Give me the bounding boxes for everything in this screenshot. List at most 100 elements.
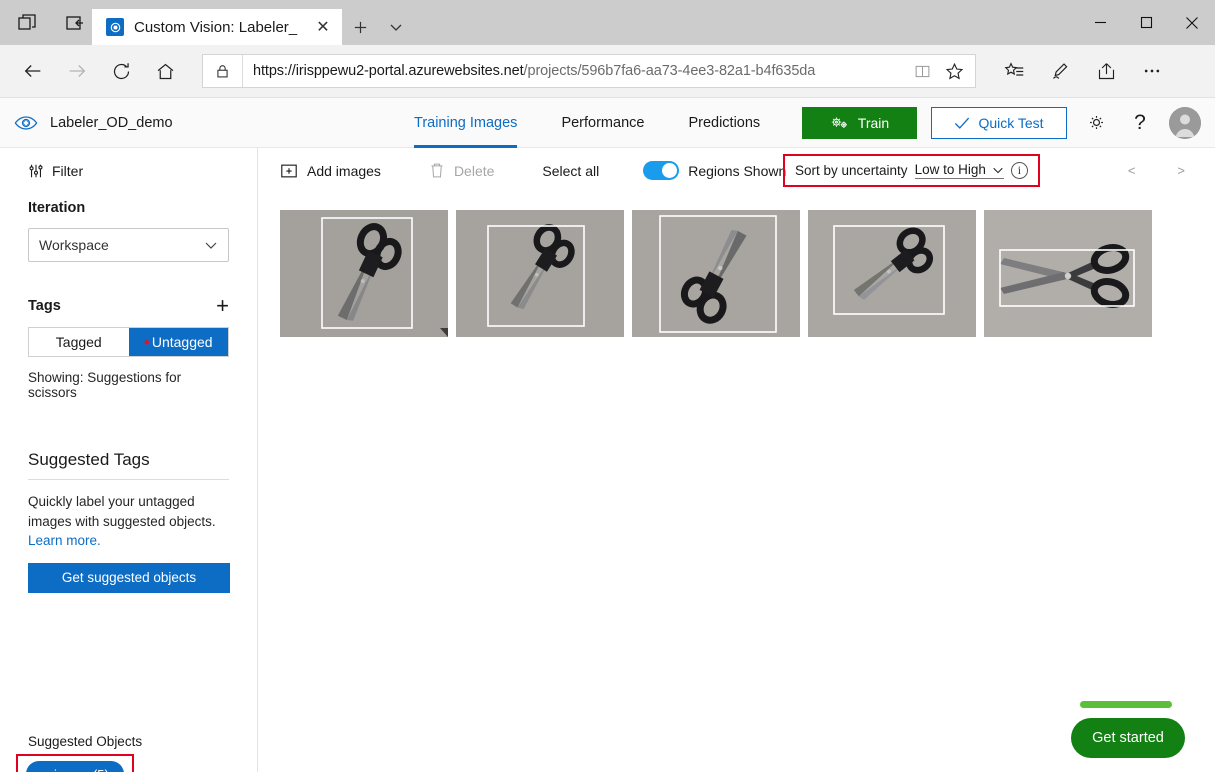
tab-list-dropdown-icon[interactable] [378,9,414,45]
avatar[interactable] [1169,106,1201,139]
browser-tab[interactable]: Custom Vision: Labeler_ ✕ [92,9,342,45]
pill-count: (5) [93,767,109,772]
delete-button[interactable]: Delete [429,148,494,193]
home-button[interactable] [144,50,186,92]
tab-performance[interactable]: Performance [539,98,666,148]
url-host: https://irisppewu2-portal.azurewebsites.… [253,63,524,79]
toggle-knob [662,163,678,178]
notes-pen-icon[interactable] [1040,51,1080,91]
tag-tab-untagged[interactable]: • Untagged [128,328,228,356]
next-page-button[interactable]: > [1177,163,1185,178]
image-tile-1[interactable] [280,210,448,337]
tag-filter-toggle: Tagged • Untagged [28,327,229,357]
suggested-desc-text: Quickly label your untagged images with … [28,494,216,529]
window-maximize-button[interactable] [1123,0,1169,45]
regions-toggle-switch[interactable] [643,161,680,180]
app-body: Filter Iteration Workspace Tags + Tagged… [0,148,1215,772]
train-button[interactable]: Train [802,106,917,139]
iteration-select-value: Workspace [39,237,109,253]
tab-preview-icon[interactable] [10,6,44,40]
app-header-right: Train Quick Test ? [802,106,1201,139]
iteration-select[interactable]: Workspace [28,228,229,262]
suggested-tags-heading: Suggested Tags [28,450,229,480]
add-images-button[interactable]: Add images [280,148,381,193]
tab-title: Custom Vision: Labeler_ [134,18,298,36]
add-image-icon [280,162,298,180]
image-tile-3[interactable] [632,210,800,337]
suggested-objects-label: Suggested Objects [28,734,143,749]
tags-heading: Tags [28,298,61,314]
filter-icon [28,163,44,179]
more-options-icon[interactable] [1132,51,1172,91]
tab-close-icon[interactable]: ✕ [310,14,336,40]
delete-label: Delete [453,162,495,179]
get-started-button[interactable]: Get started [1071,718,1185,758]
quick-test-label: Quick Test [978,114,1044,131]
gears-icon [830,115,849,131]
image-tile-5[interactable] [984,210,1152,337]
reading-view-icon[interactable] [907,56,937,86]
window-controls [1077,0,1215,45]
gear-icon[interactable] [1081,108,1111,138]
quick-test-button[interactable]: Quick Test [931,106,1067,139]
regions-shown-label: Regions Shown [688,162,787,179]
suggested-object-highlight: scissors (5) [16,754,134,772]
progress-bar-decoration [1080,701,1172,708]
get-suggested-objects-button[interactable]: Get suggested objects [28,562,230,593]
tag-tab-untagged-label: Untagged [151,334,213,350]
lock-icon [203,55,243,87]
browser-toolbar-right [994,51,1172,91]
sort-info-icon[interactable]: i [1010,162,1028,179]
new-tab-button[interactable] [342,9,378,45]
project-name: Labeler_OD_demo [50,114,173,131]
chevron-down-icon [204,238,218,252]
sort-label: Sort by uncertainty [795,163,908,178]
url-text[interactable]: https://irisppewu2-portal.azurewebsites.… [243,63,907,79]
tab-predictions[interactable]: Predictions [666,98,782,148]
tag-tab-tagged[interactable]: Tagged [29,328,129,356]
prev-page-button[interactable]: < [1128,163,1136,178]
image-tile-2[interactable] [456,210,624,337]
custom-vision-favicon [106,18,124,36]
suggested-object-pill-scissors[interactable]: scissors (5) [26,761,124,772]
showing-text: Showing: Suggestions for scissors [28,370,182,400]
favorites-list-icon[interactable] [994,51,1034,91]
titlebar-left-icons [0,0,92,45]
image-tile-4[interactable] [808,210,976,337]
favorite-star-icon[interactable] [937,56,971,86]
address-bar[interactable]: https://irisppewu2-portal.azurewebsites.… [202,54,976,88]
tab-training-images[interactable]: Training Images [392,98,539,148]
share-icon[interactable] [1086,51,1126,91]
pagination: < > [1128,148,1185,193]
learn-more-link[interactable]: Learn more. [28,533,101,548]
back-button[interactable] [12,50,54,92]
chevron-down-icon [992,164,1004,176]
filter-button[interactable]: Filter [28,148,229,182]
select-all-label: Select all [542,162,600,179]
add-images-label: Add images [307,162,381,179]
browser-toolbar: https://irisppewu2-portal.azurewebsites.… [0,45,1215,98]
help-icon[interactable]: ? [1125,108,1155,138]
custom-vision-eye-icon [14,111,42,135]
url-path: /projects/596b7fa6-aa73-4ee3-82a1-b4f635… [523,63,816,79]
add-tag-button[interactable]: + [216,295,229,317]
main-content: Add images Delete Select all Regions Sho… [258,148,1215,772]
refresh-button[interactable] [100,50,142,92]
suggested-tags-description: Quickly label your untagged images with … [28,492,229,551]
forward-button[interactable] [56,50,98,92]
sort-by-uncertainty-control: Sort by uncertainty Low to High i [783,154,1040,187]
window-close-button[interactable] [1169,0,1215,45]
check-icon [954,116,970,130]
sort-dropdown[interactable]: Low to High [914,162,1004,179]
app-header: Labeler_OD_demo Training Images Performa… [0,98,1215,148]
regions-shown-toggle[interactable]: Regions Shown [643,148,786,193]
filter-label: Filter [52,163,84,179]
footer-cta: Get started [1071,701,1185,758]
select-all-button[interactable]: Select all [542,148,599,193]
sidebar: Filter Iteration Workspace Tags + Tagged… [0,148,258,772]
set-aside-tabs-icon[interactable] [58,6,92,40]
app-nav-tabs: Training Images Performance Predictions [392,98,782,148]
iteration-heading: Iteration [28,200,86,216]
pill-name: scissors [41,767,88,772]
window-minimize-button[interactable] [1077,0,1123,45]
